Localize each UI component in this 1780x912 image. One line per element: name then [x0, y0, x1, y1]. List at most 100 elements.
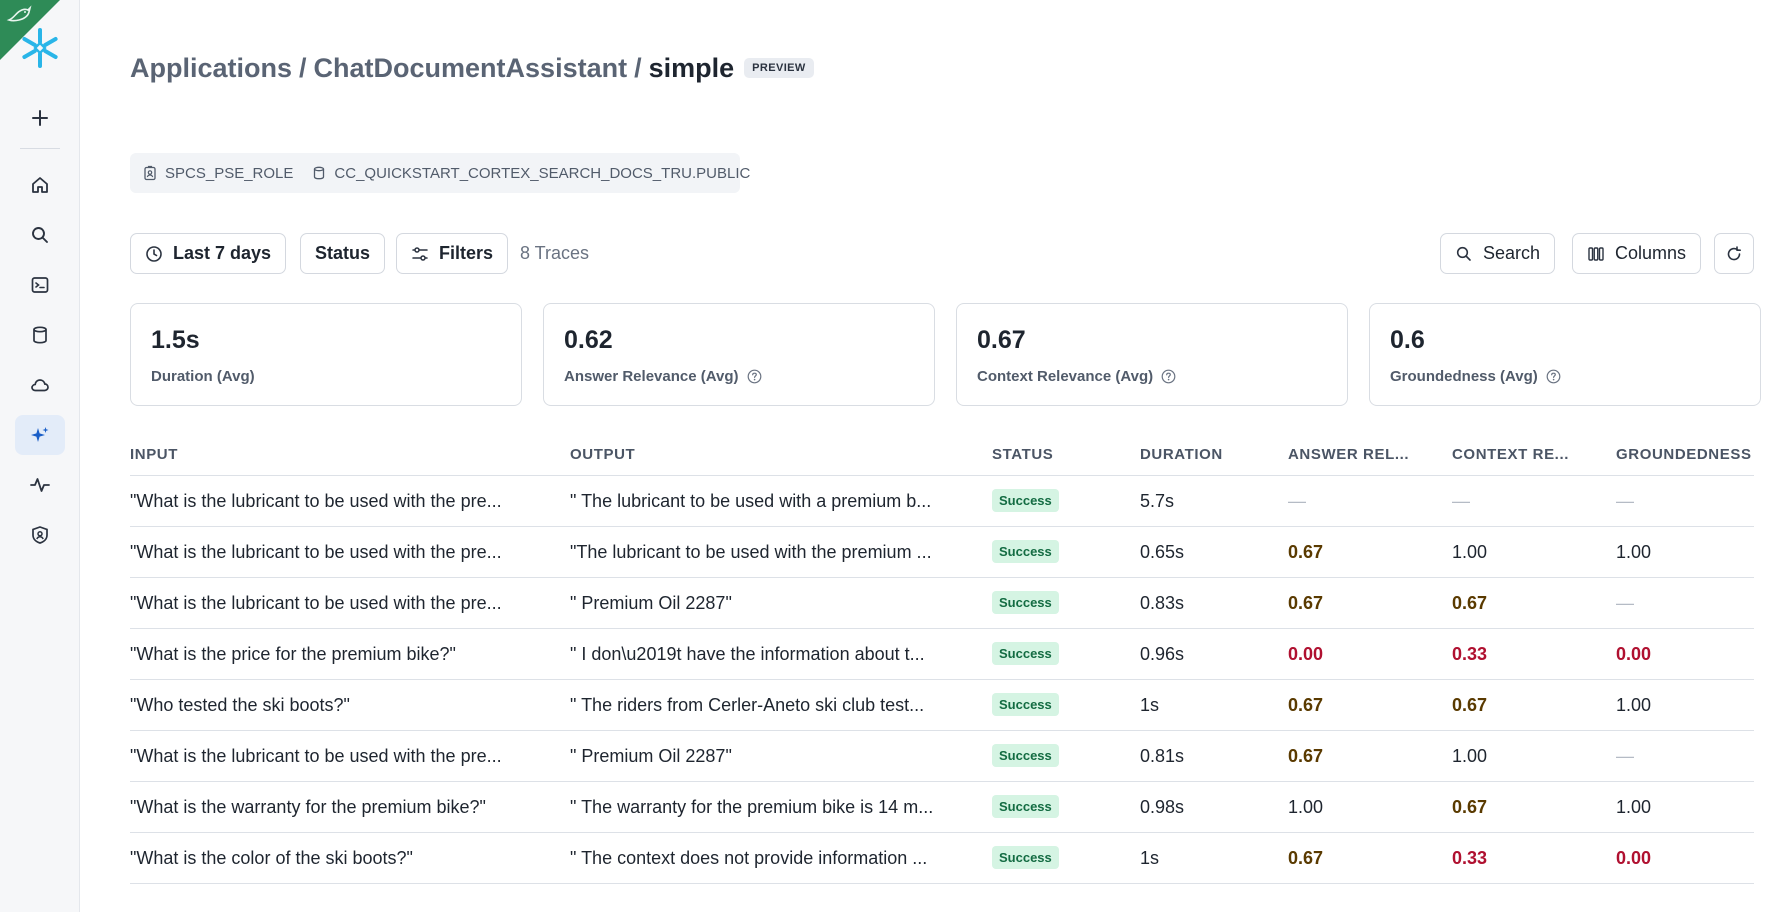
role-icon [144, 165, 156, 181]
preview-badge: PREVIEW [744, 58, 814, 78]
sidebar-item-monitoring[interactable] [15, 465, 65, 505]
breadcrumb-applications[interactable]: Applications [130, 53, 292, 84]
time-range-button[interactable]: Last 7 days [130, 233, 287, 274]
refresh-button[interactable] [1714, 233, 1754, 274]
status-badge: Success [992, 744, 1059, 767]
sidebar-item-data[interactable] [15, 315, 65, 355]
cell-context-relevance: 0.67 [1452, 695, 1488, 715]
search-label: Search [1483, 243, 1541, 263]
cell-input: "What is the warranty for the premium bi… [130, 797, 486, 817]
cell-output: " Premium Oil 2287" [570, 593, 732, 613]
context-bar: SPCS_PSE_ROLE CC_QUICKSTART_CORTEX_SEARC… [130, 153, 750, 193]
sidebar-item-home[interactable] [15, 165, 65, 205]
filters-button[interactable]: Filters [396, 233, 509, 274]
cell-answer-relevance: 0.00 [1288, 644, 1324, 664]
metric-label: Context Relevance (Avg) [977, 368, 1176, 385]
column-header-status[interactable]: STATUS [992, 446, 1053, 463]
breadcrumb-app[interactable]: ChatDocumentAssistant [314, 53, 628, 84]
metric-label-text: Groundedness (Avg) [1390, 368, 1538, 385]
column-header-groundedness[interactable]: GROUNDEDNESS [1616, 446, 1752, 463]
cell-groundedness: — [1616, 746, 1634, 766]
cell-duration: 5.7s [1140, 491, 1175, 511]
cell-context-relevance: 1.00 [1452, 746, 1488, 766]
sidebar-item-cloud[interactable] [15, 365, 65, 405]
cell-answer-relevance: 0.67 [1288, 746, 1324, 766]
snowflake-logo[interactable] [18, 26, 62, 70]
sidebar-item-ai[interactable] [15, 415, 65, 455]
metric-label-text: Duration (Avg) [151, 368, 255, 385]
create-button[interactable] [15, 98, 65, 138]
sidebar-divider [20, 148, 60, 149]
metric-card: 1.5s Duration (Avg) [130, 303, 522, 406]
cell-answer-relevance: 0.67 [1288, 542, 1324, 562]
cell-duration: 0.98s [1140, 797, 1185, 817]
cell-duration: 1s [1140, 848, 1160, 868]
column-header-output[interactable]: OUTPUT [570, 446, 635, 463]
sidebar-item-admin[interactable] [15, 515, 65, 555]
cell-duration: 0.65s [1140, 542, 1185, 562]
clock-icon [146, 245, 162, 262]
column-header-input[interactable]: INPUT [130, 446, 178, 463]
cell-context-relevance: 0.33 [1452, 644, 1488, 664]
page-title: simple [648, 52, 735, 83]
help-icon[interactable] [747, 369, 762, 384]
column-header-duration[interactable]: DURATION [1140, 446, 1223, 463]
cell-context-relevance: 0.33 [1452, 848, 1488, 868]
status-badge: Success [992, 846, 1059, 869]
role-name: SPCS_PSE_ROLE [165, 164, 294, 182]
terminal-icon [31, 277, 49, 293]
activity-icon [30, 478, 50, 492]
help-icon[interactable] [1546, 369, 1561, 384]
cell-answer-relevance: 0.67 [1288, 695, 1324, 715]
cell-output: " The riders from Cerler-Aneto ski club … [570, 695, 925, 715]
table-row[interactable]: "What is the lubricant to be used with t… [130, 578, 1754, 629]
schema-name: CC_QUICKSTART_CORTEX_SEARCH_DOCS_TRU.PUB… [334, 164, 751, 182]
cell-duration: 0.83s [1140, 593, 1185, 613]
cell-output: " The warranty for the premium bike is 1… [570, 797, 934, 817]
metric-value: 0.62 [564, 326, 613, 354]
trace-count: 8 Traces [520, 243, 590, 263]
table-row[interactable]: "What is the lubricant to be used with t… [130, 527, 1754, 578]
search-icon [1456, 246, 1471, 261]
cell-groundedness: 1.00 [1616, 542, 1652, 562]
cell-input: "What is the lubricant to be used with t… [130, 491, 502, 511]
table-row[interactable]: "What is the warranty for the premium bi… [130, 782, 1754, 833]
cell-input: "What is the lubricant to be used with t… [130, 593, 502, 613]
cell-context-relevance: 0.67 [1452, 797, 1488, 817]
breadcrumb: Applications / ChatDocumentAssistant / s… [130, 50, 814, 86]
column-header-context-relevance[interactable]: CONTEXT RE... [1452, 446, 1569, 463]
metric-card: 0.62 Answer Relevance (Avg) [543, 303, 935, 406]
cell-output: " The context does not provide informati… [570, 848, 928, 868]
cell-answer-relevance: — [1288, 491, 1306, 511]
column-header-answer-relevance[interactable]: ANSWER REL... [1288, 446, 1409, 463]
metric-label: Duration (Avg) [151, 368, 255, 385]
role-indicator[interactable]: SPCS_PSE_ROLE [142, 165, 293, 182]
cell-duration: 0.81s [1140, 746, 1185, 766]
status-filter-label: Status [315, 243, 371, 263]
cell-input: "What is the price for the premium bike?… [130, 644, 456, 664]
table-row[interactable]: "What is the color of the ski boots?" " T… [130, 833, 1754, 884]
table-row[interactable]: "Who tested the ski boots?" " The riders … [130, 680, 1754, 731]
cell-groundedness: 0.00 [1616, 848, 1652, 868]
columns-button[interactable]: Columns [1572, 233, 1702, 274]
status-filter-button[interactable]: Status [300, 233, 386, 274]
table-row[interactable]: "What is the lubricant to be used with t… [130, 476, 1754, 527]
cell-input: "Who tested the ski boots?" [130, 695, 350, 715]
schema-indicator[interactable]: CC_QUICKSTART_CORTEX_SEARCH_DOCS_TRU.PUB… [311, 165, 750, 182]
cloud-icon [31, 379, 49, 392]
metric-card: 0.6 Groundedness (Avg) [1369, 303, 1761, 406]
cell-input: "What is the lubricant to be used with t… [130, 542, 502, 562]
table-row[interactable]: "What is the lubricant to be used with t… [130, 731, 1754, 782]
shield-user-icon [32, 526, 48, 544]
breadcrumb-separator: / [299, 52, 307, 83]
sidebar-item-search[interactable] [15, 215, 65, 255]
cell-answer-relevance: 1.00 [1288, 797, 1324, 817]
help-icon[interactable] [1161, 369, 1176, 384]
cell-output: " Premium Oil 2287" [570, 746, 732, 766]
table-row[interactable]: "What is the price for the premium bike?… [130, 629, 1754, 680]
sidebar-item-projects[interactable] [15, 265, 65, 305]
filters-label: Filters [439, 243, 494, 263]
search-button[interactable]: Search [1440, 233, 1556, 274]
cell-answer-relevance: 0.67 [1288, 593, 1324, 613]
sparkle-icon [31, 427, 49, 442]
